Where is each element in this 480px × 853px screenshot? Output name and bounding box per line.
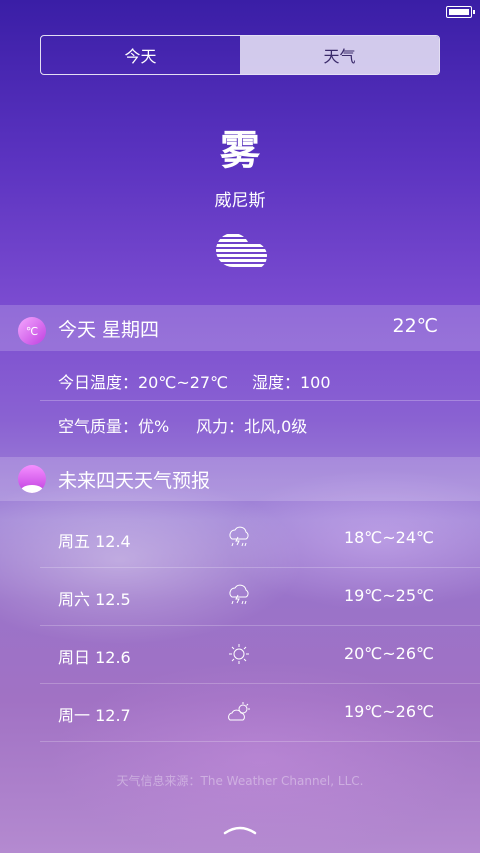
forecast-day: 周五 12.4: [58, 532, 131, 551]
forecast-range: 19℃~26℃: [343, 702, 434, 721]
tab-switcher: 今天 天气: [40, 35, 440, 75]
battery-icon: [446, 6, 475, 18]
air-quality: 空气质量：优%: [58, 417, 170, 436]
landscape-badge-icon: [18, 465, 46, 493]
today-title: 今天 星期四: [58, 319, 160, 341]
forecast-row[interactable]: 周日 12.6 20℃~26℃: [0, 626, 480, 684]
forecast-range: 19℃~25℃: [343, 586, 434, 605]
thunder-rain-icon: [229, 526, 249, 547]
forecast-title: 未来四天天气预报: [58, 470, 211, 492]
divider: [40, 400, 480, 401]
forecast-day: 周一 12.7: [58, 706, 131, 725]
city-name: 威尼斯: [214, 191, 266, 211]
forecast-range: 18℃~24℃: [343, 528, 434, 547]
humidity: 湿度：100: [252, 373, 331, 392]
forecast-row[interactable]: 周一 12.7 19℃~26℃: [0, 684, 480, 742]
chevron-up-icon[interactable]: [222, 822, 258, 836]
temperature-range: 今日温度：20℃~27℃: [58, 373, 229, 392]
forecast-row[interactable]: 周五 12.4 18℃~24℃: [0, 510, 480, 568]
forecast-header: 未来四天天气预报: [0, 457, 480, 501]
partly-cloudy-icon: [228, 702, 250, 721]
tab-today[interactable]: 今天: [41, 36, 240, 74]
forecast-range: 20℃~26℃: [343, 644, 434, 663]
forecast-day: 周日 12.6: [58, 648, 131, 667]
celsius-badge-icon: ℃: [18, 317, 46, 345]
data-source: 天气信息来源：The Weather Channel, LLC.: [116, 774, 364, 788]
fog-cloud-icon: [216, 234, 267, 267]
weather-condition: 雾: [220, 128, 260, 174]
forecast-day: 周六 12.5: [58, 590, 131, 609]
thunder-rain-icon: [229, 584, 249, 605]
wind: 风力：北风,0级: [196, 417, 308, 436]
sun-icon: [229, 644, 249, 664]
current-temperature: 22℃: [392, 315, 438, 337]
tab-weather[interactable]: 天气: [240, 36, 439, 74]
today-header: ℃ 今天 星期四 22℃: [0, 305, 480, 351]
forecast-row[interactable]: 周六 12.5 19℃~25℃: [0, 568, 480, 626]
